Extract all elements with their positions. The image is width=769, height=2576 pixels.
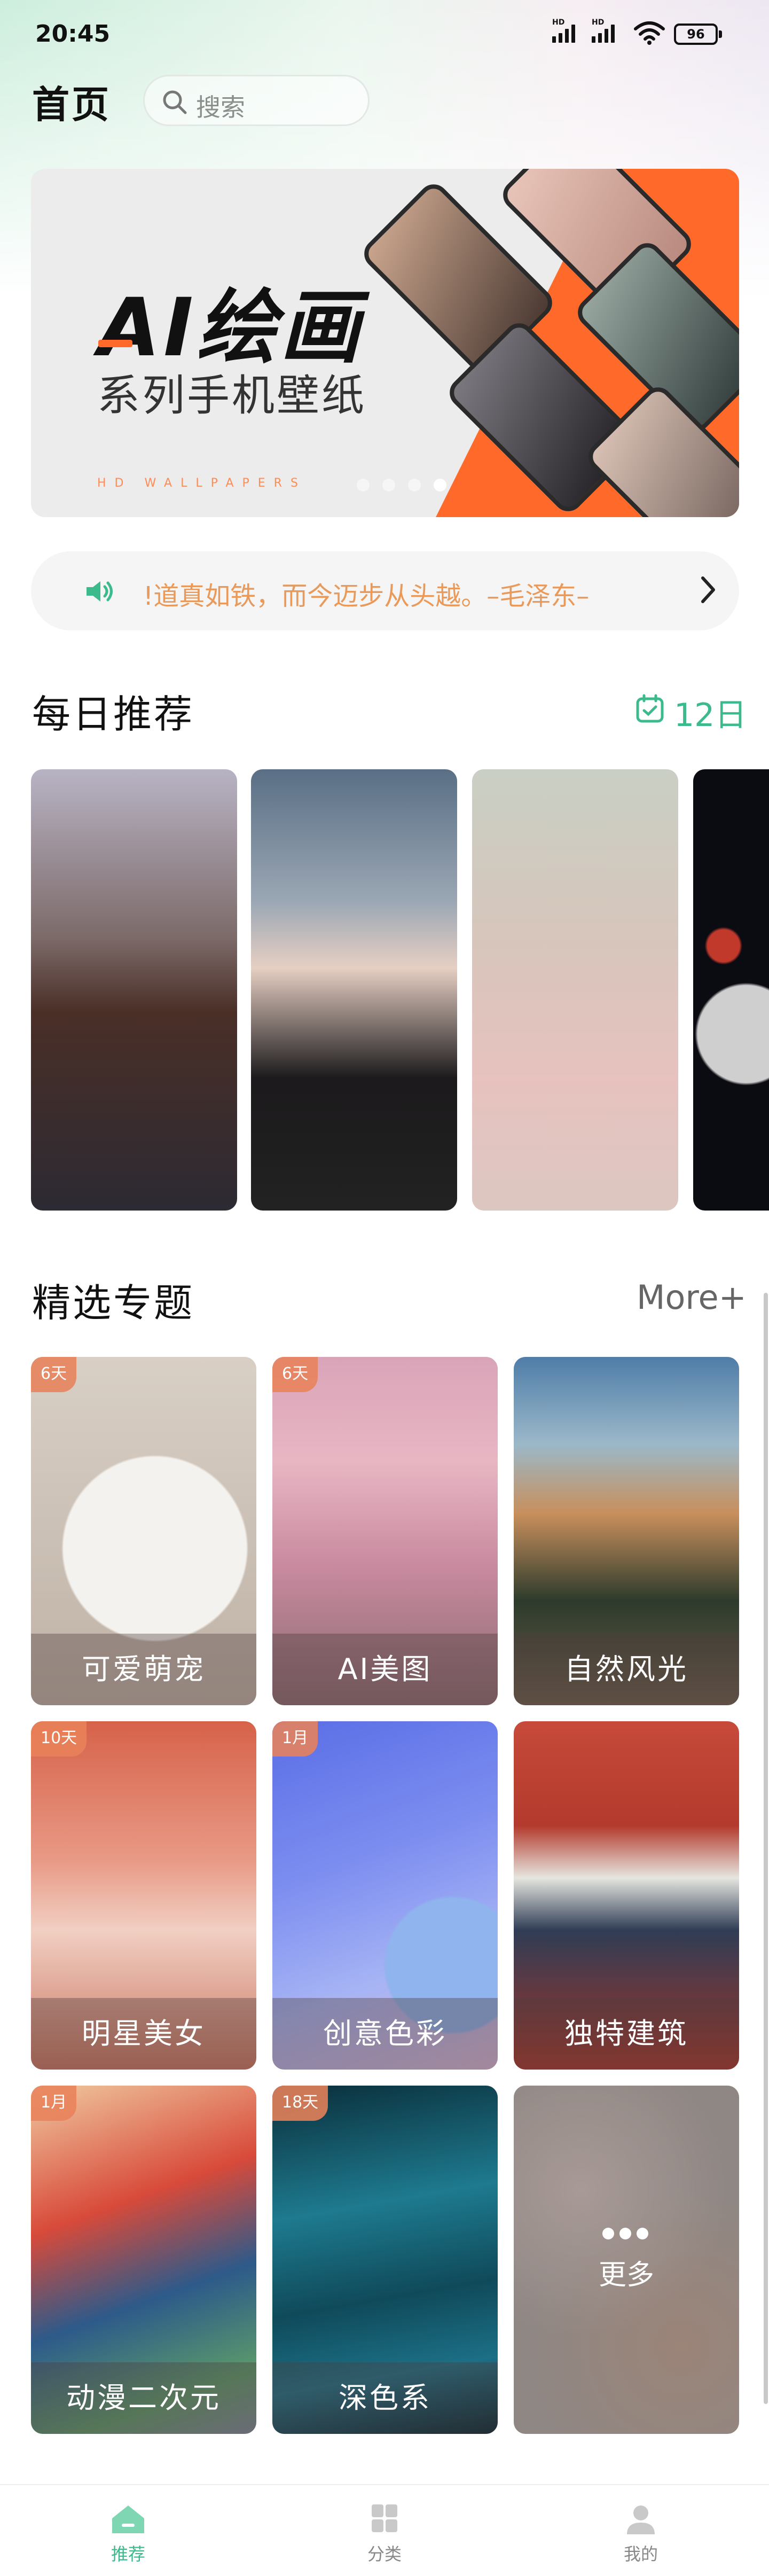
banner-subtitle: 系列手机壁纸 [97,371,366,420]
notice-bar[interactable]: !道真如铁，而今迈步从头越。–毛泽东– [31,551,739,630]
carousel-dot[interactable] [408,479,421,491]
topic-label: 独特建筑 [514,1998,739,2070]
topic-tile[interactable]: 6天 AI美图 [272,1357,498,1705]
home-icon [112,2505,144,2533]
daily-wallpaper-1[interactable] [31,769,237,1211]
signal-icon: HD [552,18,575,43]
calendar-icon [636,694,664,723]
speaker-icon [87,581,113,602]
notice-text: !道真如铁，而今迈步从头越。–毛泽东– [143,581,590,611]
bottom-tab-bar: 推荐 分类 我的 [0,2484,769,2576]
carousel-indicator [357,479,446,491]
tab-label: 推荐 [111,2544,145,2564]
user-icon [627,2505,655,2534]
status-time: 20:45 [35,20,111,48]
daily-wallpaper-2[interactable] [251,769,457,1211]
carousel-dot[interactable] [382,479,395,491]
battery-indicator: 96 [674,24,722,45]
topic-badge: 6天 [31,1357,77,1392]
topic-tile[interactable]: 独特建筑 [514,1721,739,2070]
topic-label: 自然风光 [514,1634,739,1705]
tab-label: 我的 [623,2544,658,2564]
topic-badge: 1月 [31,2086,77,2121]
topic-badge: 18天 [272,2086,328,2121]
topic-tile[interactable]: 18天 深色系 [272,2086,498,2434]
topic-tile[interactable]: 自然风光 [514,1357,739,1705]
topic-label: 可爱萌宠 [31,1634,256,1705]
tab-recommend[interactable]: 推荐 [75,2495,182,2575]
search-input[interactable]: 搜索 [143,75,370,126]
topic-badge: 6天 [272,1357,318,1392]
status-bar: 20:45 HD HD 96 [0,0,769,69]
carousel-dot-active[interactable] [434,479,446,491]
banner-carousel[interactable]: AI绘画 系列手机壁纸 HD WALLPAPERS [31,169,739,517]
daily-section-title: 每日推荐 [32,692,195,737]
topic-badge: 10天 [31,1721,87,1757]
topic-tile[interactable]: 1月 动漫二次元 [31,2086,256,2434]
topic-more-label: 更多 [598,2259,654,2291]
search-icon [163,90,187,114]
grid-icon [372,2504,397,2532]
page-title: 首页 [32,83,111,127]
signal-icon-2: HD [592,18,615,43]
topic-tile[interactable]: 10天 明星美女 [31,1721,256,2070]
search-placeholder: 搜索 [196,93,245,122]
tab-label: 分类 [367,2544,402,2564]
topic-badge: 1月 [272,1721,318,1757]
topic-label: 动漫二次元 [31,2362,256,2434]
topics-section-title: 精选专题 [32,1281,195,1325]
topics-more-link[interactable]: More+ [637,1278,747,1317]
carousel-dot[interactable] [357,479,370,491]
topic-label: 创意色彩 [272,1998,498,2070]
banner-tagline: HD WALLPAPERS [97,477,307,490]
tab-category[interactable]: 分类 [331,2495,438,2575]
daily-wallpaper-3[interactable] [472,769,678,1211]
wifi-icon [634,21,665,45]
topic-more-tile[interactable]: 更多 [514,2086,739,2434]
daily-wallpaper-4[interactable] [693,769,769,1211]
more-icon [602,2228,648,2239]
topic-label: AI美图 [272,1634,498,1705]
topic-tile[interactable]: 1月 创意色彩 [272,1721,498,2070]
tab-profile[interactable]: 我的 [587,2495,694,2575]
banner-underline [98,340,132,347]
chevron-right-icon[interactable] [697,574,719,606]
topic-label: 深色系 [272,2362,498,2434]
topic-label: 明星美女 [31,1998,256,2070]
scrollbar[interactable] [764,1293,768,2404]
topic-tile[interactable]: 6天 可爱萌宠 [31,1357,256,1705]
